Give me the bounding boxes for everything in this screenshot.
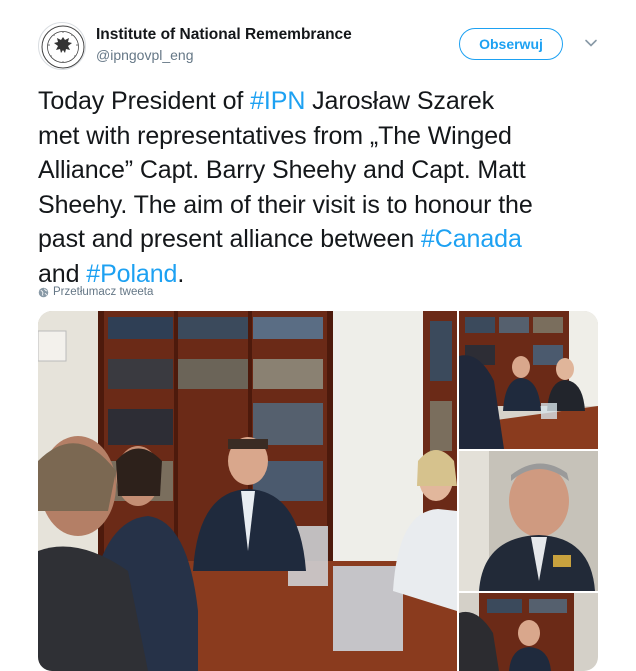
media-grid (38, 311, 598, 671)
tweet-text-part: Today President of (38, 87, 251, 115)
tweet-text-part: Jarosław Szarek (305, 87, 495, 115)
photo-thumbnail-1[interactable] (459, 311, 598, 449)
follow-button[interactable]: Obserwuj (459, 28, 563, 60)
tweet-text-part: . (177, 259, 185, 288)
account-handle[interactable]: @ipngovpl_eng (96, 47, 194, 63)
translate-link[interactable]: Przetłumacz tweeta (38, 286, 153, 298)
tweet-line: Sheehy. The aim of their visit is to hon… (38, 190, 533, 219)
tweet-header: Institute of National Remembrance @ipngo… (38, 22, 636, 72)
account-name[interactable]: Institute of National Remembrance (96, 26, 352, 44)
chevron-down-icon[interactable] (584, 36, 598, 50)
tweet-text-part: and (38, 259, 87, 288)
tweet-line: Today President of #IPN Jarosław Szarek (38, 84, 608, 119)
hashtag-ipn[interactable]: #IPN (250, 87, 305, 115)
globe-icon (38, 287, 49, 297)
tweet-line: met with representatives from „The Winge… (38, 121, 512, 150)
tweet-line: past and present alliance between #Canad… (38, 222, 608, 257)
translate-label: Przetłumacz tweeta (53, 286, 154, 298)
tweet-text-part: past and present alliance between (38, 225, 421, 253)
meeting-photo-image (459, 593, 598, 671)
avatar[interactable] (38, 22, 86, 70)
hashtag-canada[interactable]: #Canada (421, 225, 522, 253)
photo-thumbnail-2[interactable] (459, 451, 598, 591)
tweet-line: Alliance” Capt. Barry Sheehy and Capt. M… (38, 156, 526, 184)
meeting-photo-image (459, 451, 598, 591)
photo-thumbnail-3[interactable] (459, 593, 598, 671)
meeting-photo-image (459, 311, 598, 449)
hashtag-poland[interactable]: #Poland (86, 260, 177, 288)
tweet-text: Today President of #IPN Jarosław Szarek … (38, 84, 608, 291)
photo-main[interactable] (38, 311, 457, 671)
eagle-seal-icon (41, 25, 85, 69)
meeting-photo-image (38, 311, 457, 671)
